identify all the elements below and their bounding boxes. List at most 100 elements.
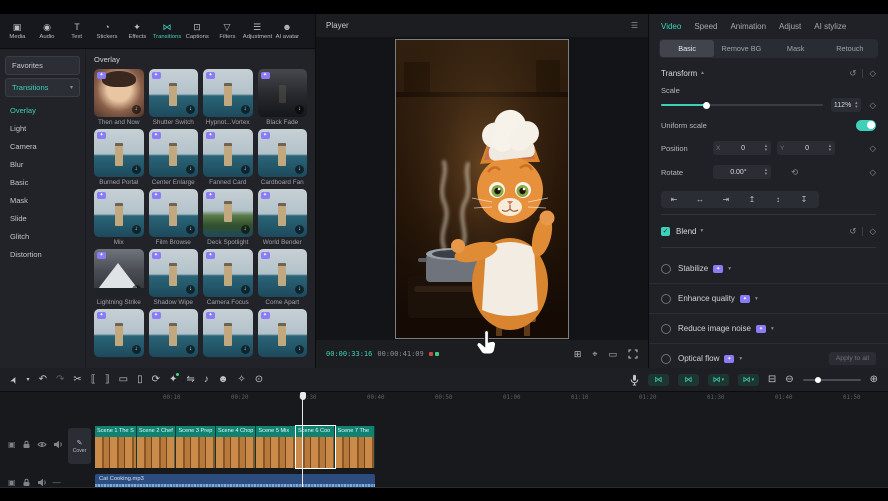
subtab-mask[interactable]: Mask: [769, 40, 823, 57]
scale-slider[interactable]: [661, 104, 823, 106]
sidebar-item-distortion[interactable]: Distortion: [0, 245, 85, 263]
align-right-icon[interactable]: ⇥: [713, 195, 739, 204]
transition-card-shadow-wipe[interactable]: ✦↓Shadow Wipe: [149, 249, 199, 306]
snap-icon[interactable]: ⌖: [592, 349, 597, 360]
position-y-input[interactable]: Y 0 ▲▼: [777, 141, 835, 155]
align-top-icon[interactable]: ↥: [739, 195, 765, 204]
stepper-icon[interactable]: ▲▼: [828, 144, 832, 152]
transition-card-mix[interactable]: ✦↓Mix: [94, 189, 144, 246]
scale-value-box[interactable]: 112% ▲▼: [831, 98, 862, 112]
category-dropdown[interactable]: Transitions ▾: [5, 78, 80, 97]
align-middle-icon[interactable]: ↕: [765, 195, 791, 204]
timeline-clip-scene-7-the[interactable]: Scene 7 The: [335, 426, 375, 468]
transition-card-deck-spotlight[interactable]: ✦↓Deck Spotlight: [203, 189, 253, 246]
subtab-basic[interactable]: Basic: [660, 40, 714, 57]
rotate-dial-icon[interactable]: ⟲: [791, 167, 798, 178]
transition-card-camera-focus[interactable]: ✦↓Camera Focus: [203, 249, 253, 306]
zoom-in-icon[interactable]: ⊕: [870, 374, 878, 386]
tab-ai-stylize[interactable]: AI stylize: [814, 22, 846, 31]
playhead[interactable]: [302, 392, 303, 487]
freeze-frame-icon[interactable]: ⊙: [255, 374, 263, 386]
top-tab-captions[interactable]: ⊡Captions: [182, 22, 212, 40]
loop-icon[interactable]: ⟳: [152, 374, 160, 386]
collapse-icon[interactable]: ▴: [701, 70, 704, 76]
timeline-clip-scene-4-chop[interactable]: Scene 4 Chop: [216, 426, 256, 468]
lock-icon[interactable]: [22, 478, 31, 487]
magic-wand-icon[interactable]: ✦: [169, 374, 177, 386]
stepper-icon[interactable]: ▲▼: [764, 144, 768, 152]
uniform-scale-toggle[interactable]: [856, 120, 876, 131]
fullscreen-icon[interactable]: [628, 349, 638, 359]
transition-card[interactable]: ✦↓: [258, 309, 308, 359]
transition-card-come-apart[interactable]: ✦↓Come Apart: [258, 249, 308, 306]
quality-icon[interactable]: ▭: [608, 349, 617, 360]
chevron-down-icon[interactable]: ▾: [755, 296, 758, 302]
trim-left-icon[interactable]: ⟦: [91, 374, 96, 386]
checkbox-icon[interactable]: [661, 354, 671, 364]
chevron-down-icon[interactable]: ▾: [771, 326, 774, 332]
keyframe-icon[interactable]: ◇: [869, 167, 876, 178]
select-dropdown-icon[interactable]: ▾: [27, 374, 30, 386]
transition-card-film-browse[interactable]: ✦↓Film Browse: [149, 189, 199, 246]
subtab-remove-bg[interactable]: Remove BG: [714, 40, 768, 57]
top-tab-media[interactable]: ▣Media: [2, 22, 32, 40]
transition-card-cardboard-fan[interactable]: ✦↓Cardboard Fan: [258, 129, 308, 186]
timeline-clip-scene-5-mix[interactable]: Scene 5 Mix: [256, 426, 296, 468]
sidebar-item-blur[interactable]: Blur: [0, 155, 85, 173]
transition-pill-4-icon[interactable]: ⋈▾: [738, 374, 759, 386]
timeline-zoom-slider[interactable]: [803, 379, 861, 381]
preview-screen-icon[interactable]: ⊟: [768, 374, 776, 386]
sidebar-item-basic[interactable]: Basic: [0, 173, 85, 191]
checkbox-icon[interactable]: [661, 324, 671, 334]
sidebar-item-overlay[interactable]: Overlay: [0, 101, 85, 119]
rotate-input[interactable]: 0.00° ▲▼: [713, 165, 771, 179]
keyframe-icon[interactable]: ◇: [869, 68, 876, 79]
top-tab-filters[interactable]: ▽Filters: [212, 22, 242, 40]
top-tab-audio[interactable]: ◉Audio: [32, 22, 62, 40]
transition-pill-3-icon[interactable]: ⋈▾: [708, 374, 729, 386]
transition-card-lightning-strike[interactable]: ✦↓Lightning Strike: [94, 249, 144, 306]
transition-card-world-bender[interactable]: ✦↓World Bender: [258, 189, 308, 246]
chevron-down-icon[interactable]: ▾: [728, 266, 731, 272]
mute-icon[interactable]: [53, 440, 63, 449]
top-tab-text[interactable]: TText: [62, 22, 92, 40]
keyframe-icon[interactable]: ◇: [869, 143, 876, 154]
stepper-icon[interactable]: ▲▼: [854, 101, 858, 109]
select-tool-icon[interactable]: ➤: [7, 374, 21, 386]
transition-card[interactable]: ✦↓: [94, 309, 144, 359]
crop-icon[interactable]: ▭: [119, 374, 128, 386]
tab-animation[interactable]: Animation: [730, 22, 766, 31]
microphone-icon[interactable]: [630, 374, 639, 386]
tab-video[interactable]: Video: [661, 22, 681, 31]
transition-card-then-and-now[interactable]: ✦↓Then and Now: [94, 69, 144, 126]
timeline-clip-scene-2-chef[interactable]: Scene 2 Chef: [137, 426, 177, 468]
cover-button[interactable]: ✎ Cover: [68, 428, 91, 464]
lock-icon[interactable]: [22, 440, 31, 449]
tab-adjust[interactable]: Adjust: [779, 22, 801, 31]
beautify-icon[interactable]: ✧: [237, 374, 245, 386]
favorites-button[interactable]: Favorites: [5, 56, 80, 75]
timeline-clip-scene-1-the-s[interactable]: Scene 1 The S: [95, 426, 137, 468]
sidebar-item-light[interactable]: Light: [0, 119, 85, 137]
track-collapse-handle[interactable]: —: [53, 478, 61, 487]
sidebar-item-mask[interactable]: Mask: [0, 191, 85, 209]
sidebar-item-slide[interactable]: Slide: [0, 209, 85, 227]
sidebar-item-camera[interactable]: Camera: [0, 137, 85, 155]
transition-card[interactable]: ✦↓: [203, 309, 253, 359]
transition-pill-2-icon[interactable]: ⋈: [678, 374, 699, 386]
stepper-icon[interactable]: ▲▼: [764, 168, 768, 176]
keyframe-icon[interactable]: ◇: [869, 100, 876, 111]
checkbox-icon[interactable]: [661, 294, 671, 304]
top-tab-stickers[interactable]: ◔Stickers: [92, 22, 122, 40]
timeline-clip-scene-3-prep[interactable]: Scene 3 Prep: [176, 426, 216, 468]
transition-card[interactable]: ✦↓: [149, 309, 199, 359]
reset-icon[interactable]: ↺: [849, 226, 856, 237]
mirror-icon[interactable]: ⇋: [186, 374, 194, 386]
transition-pill-icon[interactable]: ⋈: [648, 374, 669, 386]
top-tab-effects[interactable]: ✦Effects: [122, 22, 152, 40]
align-bottom-icon[interactable]: ↧: [791, 195, 817, 204]
transition-card-black-fade[interactable]: ✦↓Black Fade: [258, 69, 308, 126]
transition-card-shutter-switch[interactable]: ✦↓Shutter Switch: [149, 69, 199, 126]
checkbox-icon[interactable]: [661, 264, 671, 274]
transition-card-fanned-card[interactable]: ✦↓Fanned Card: [203, 129, 253, 186]
